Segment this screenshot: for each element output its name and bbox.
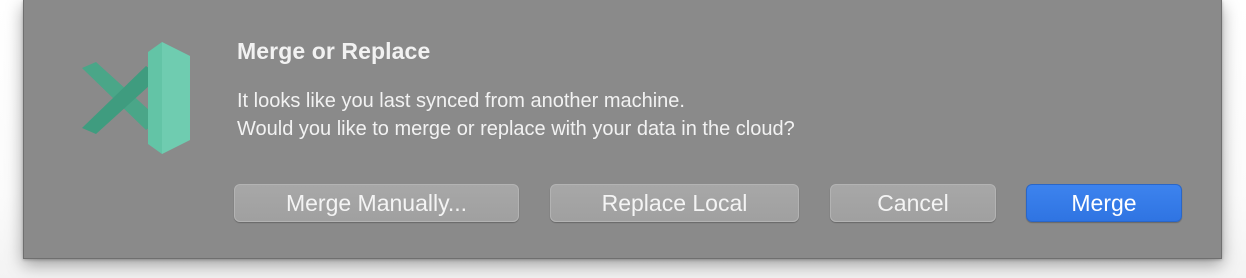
merge-button[interactable]: Merge [1026,184,1182,222]
message-line-2: Would you like to merge or replace with … [237,118,795,140]
cancel-button[interactable]: Cancel [830,184,996,222]
replace-local-button[interactable]: Replace Local [550,184,799,222]
dialog-message: It looks like you last synced from anoth… [237,87,1177,143]
message-line-1: It looks like you last synced from anoth… [237,90,685,112]
dialog-title: Merge or Replace [237,38,431,64]
vscode-app-icon [78,40,196,158]
merge-manually-button[interactable]: Merge Manually... [234,184,519,222]
screen-background: Merge or Replace It looks like you last … [0,0,1246,278]
merge-or-replace-dialog: Merge or Replace It looks like you last … [23,0,1222,259]
